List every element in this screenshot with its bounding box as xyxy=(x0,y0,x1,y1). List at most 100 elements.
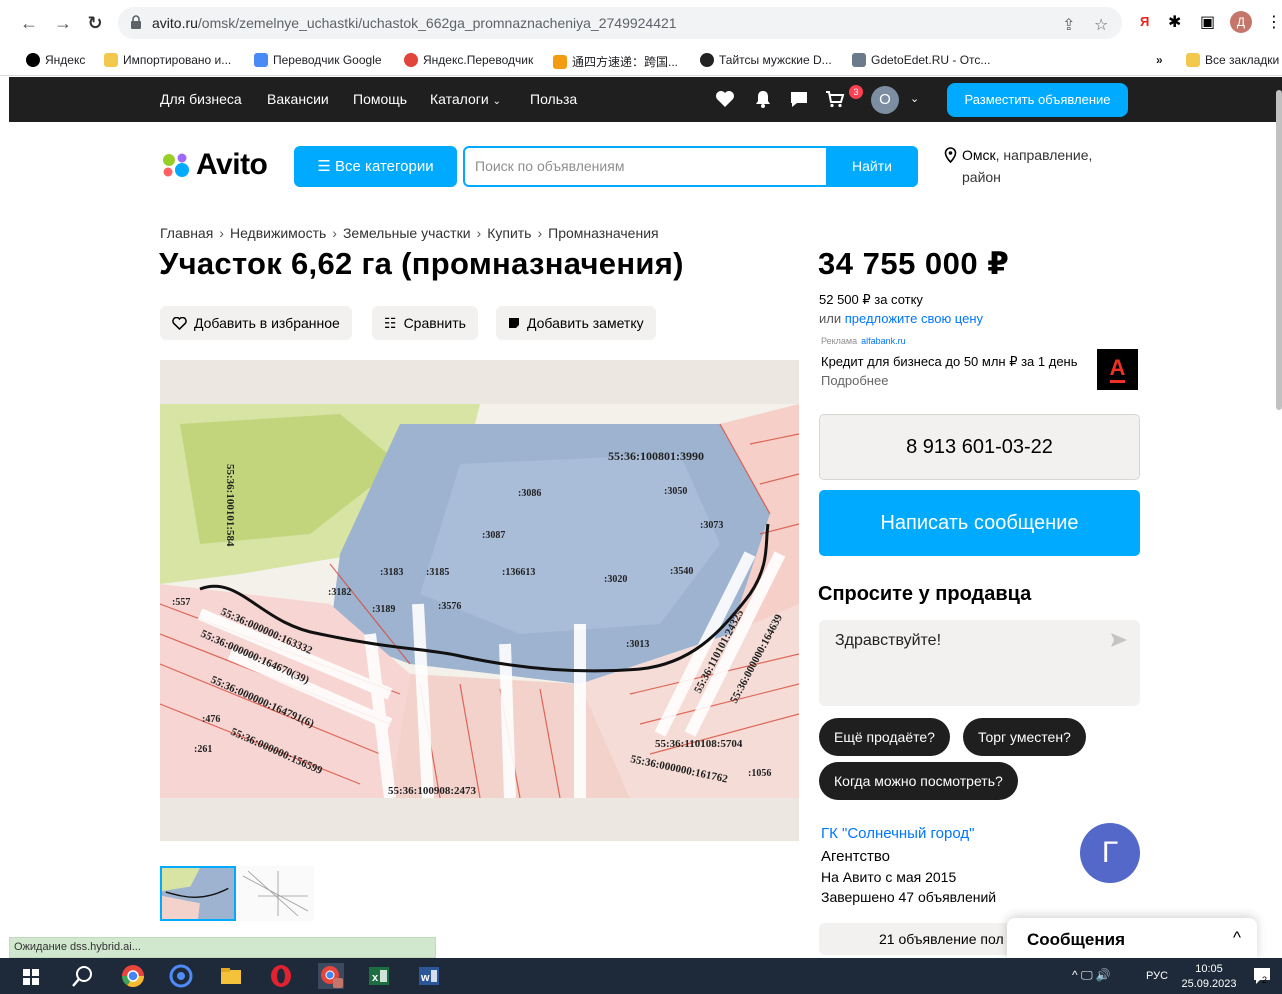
bookmark-google-translate[interactable]: Переводчик Google xyxy=(254,53,382,67)
chat-icon[interactable] xyxy=(789,90,809,108)
location-line2: район xyxy=(962,169,1001,185)
quick-question-viewing[interactable]: Когда можно посмотреть? xyxy=(819,762,1018,800)
back-arrow-icon[interactable]: ← xyxy=(18,12,40,34)
ask-seller-input[interactable]: Здравствуйте! xyxy=(835,632,941,650)
bookmarks-more-chevron[interactable]: » xyxy=(1156,53,1163,67)
ad-more-link[interactable]: Подробнее xyxy=(821,373,888,388)
language-indicator[interactable]: РУС xyxy=(1146,970,1168,982)
map-label-2473: 55:36:100908:2473 xyxy=(388,785,476,797)
star-icon[interactable]: ☆ xyxy=(1094,15,1108,35)
chrome-icon[interactable] xyxy=(120,963,146,989)
bookmark-gdetoedet[interactable]: GdetoEdet.RU - Отс... xyxy=(852,53,990,67)
breadcrumb-buy[interactable]: Купить xyxy=(487,225,531,241)
filter-icon: ☰ xyxy=(317,158,331,175)
breadcrumb-land[interactable]: Земельные участки xyxy=(343,225,471,241)
thumbnail-1[interactable] xyxy=(160,866,236,921)
compare-button[interactable]: ☷ Сравнить xyxy=(372,306,478,340)
search-button[interactable]: Найти xyxy=(826,146,918,187)
price: 34 755 000 ₽ xyxy=(818,246,1010,281)
map-label-476: :476 xyxy=(202,714,220,725)
bookmark-imported[interactable]: Импортировано и... xyxy=(104,53,231,67)
offer-price-link[interactable]: предложите свою цену xyxy=(845,311,983,326)
avito-logo[interactable]: Avito xyxy=(160,148,268,182)
seller-ads-count-button[interactable]: 21 объявление пол xyxy=(819,923,1019,955)
seller-completed: Завершено 47 объявлений xyxy=(821,889,997,905)
breadcrumb-home[interactable]: Главная xyxy=(160,225,213,241)
seller-avatar[interactable]: Г xyxy=(1080,823,1140,883)
reload-icon[interactable]: ↻ xyxy=(84,12,106,34)
windows-start-icon[interactable] xyxy=(18,963,44,989)
nav-catalogs[interactable]: Каталоги ⌄ xyxy=(430,91,501,107)
kebab-menu-icon[interactable]: ⋮ xyxy=(1266,12,1282,32)
add-favorite-button[interactable]: Добавить в избранное xyxy=(160,306,352,340)
thumbnail-2[interactable] xyxy=(238,866,314,921)
bookmark-tights[interactable]: Тайтсы мужские D... xyxy=(700,53,832,67)
notification-icon[interactable]: 2 xyxy=(1252,966,1274,986)
seller-name-link[interactable]: ГК "Солнечный город" xyxy=(821,825,974,842)
ask-seller-box[interactable]: Здравствуйте! xyxy=(819,620,1140,706)
yandex-extension-icon[interactable]: Я xyxy=(1140,14,1149,29)
cart-icon[interactable] xyxy=(825,90,845,108)
map-label-557: :557 xyxy=(172,597,190,608)
nav-business[interactable]: Для бизнеса xyxy=(160,91,242,107)
address-bar[interactable]: avito.ru/omsk/zemelnye_uchastki/uchastok… xyxy=(118,7,1122,39)
word-icon[interactable]: w xyxy=(416,963,442,989)
seller-since: На Авито с мая 2015 xyxy=(821,869,957,885)
breadcrumb-realty[interactable]: Недвижимость xyxy=(230,225,326,241)
chevron-down-icon: ⌄ xyxy=(492,96,501,107)
chrome-profile-icon[interactable] xyxy=(318,963,344,989)
side-panel-icon[interactable]: ▣ xyxy=(1200,12,1215,32)
extensions-puzzle-icon[interactable]: ✱ xyxy=(1168,12,1181,32)
listing-photo[interactable]: 55:36:100801:3990 55:36:100101:584 :3086… xyxy=(160,360,799,841)
page-scrollbar[interactable] xyxy=(1276,90,1282,410)
compare-icon: ☷ xyxy=(384,314,397,331)
file-explorer-icon[interactable] xyxy=(218,963,244,989)
excel-icon[interactable]: x xyxy=(366,963,392,989)
all-categories-button[interactable]: ☰ Все категории xyxy=(294,146,457,187)
bookmark-shipping[interactable]: 通四方速递：跨国... xyxy=(553,53,678,70)
post-ad-button[interactable]: Разместить объявление xyxy=(947,83,1128,117)
map-label-584: 55:36:100101:584 xyxy=(224,464,236,547)
cart-badge: 3 xyxy=(849,85,863,99)
search-icon[interactable] xyxy=(70,963,96,989)
breadcrumb-separator: › xyxy=(332,225,337,241)
chevron-up-icon[interactable]: ^ xyxy=(1233,928,1241,948)
opera-icon[interactable] xyxy=(268,963,294,989)
google-translate-icon xyxy=(254,53,268,67)
quick-question-still-selling[interactable]: Ещё продаёте? xyxy=(819,718,950,756)
browser-app-icon[interactable] xyxy=(168,963,194,989)
breadcrumb: Главная › Недвижимость › Земельные участки… xyxy=(160,225,659,241)
bookmark-yandex[interactable]: Яндекс xyxy=(26,53,85,67)
nav-benefit[interactable]: Польза xyxy=(530,91,577,107)
breadcrumb-industrial[interactable]: Промназначения xyxy=(548,225,658,241)
clock[interactable]: 10:05 25.09.2023 xyxy=(1180,962,1238,992)
bookmark-yandex-translate[interactable]: Яндекс.Переводчик xyxy=(404,53,533,67)
forward-arrow-icon[interactable]: → xyxy=(52,12,74,34)
nav-vacancies[interactable]: Вакансии xyxy=(267,91,329,107)
map-label-3050: :3050 xyxy=(664,486,687,497)
nav-help[interactable]: Помощь xyxy=(353,91,407,107)
map-label-3087: :3087 xyxy=(482,530,505,541)
show-phone-button[interactable]: 8 913 601-03-22 xyxy=(819,414,1140,480)
send-icon[interactable] xyxy=(1110,632,1128,648)
svg-text:w: w xyxy=(420,972,430,984)
bell-icon[interactable] xyxy=(753,90,773,108)
chevron-down-icon[interactable]: ⌄ xyxy=(910,92,919,105)
note-icon xyxy=(509,318,519,328)
system-tray-icons[interactable]: ^ 🖵 🔊 xyxy=(1072,968,1111,983)
location-rest: , направление, xyxy=(995,147,1093,163)
bookmark-all[interactable]: Все закладки xyxy=(1186,53,1279,67)
messages-panel[interactable]: Сообщения ^ xyxy=(1007,918,1257,960)
share-icon[interactable]: ⇪ xyxy=(1062,15,1075,35)
add-note-button[interactable]: Добавить заметку xyxy=(496,306,656,340)
map-label-3073: :3073 xyxy=(700,520,723,531)
ad-block[interactable]: Реклама alfabank.ru Кредит для бизнеса до… xyxy=(819,336,1139,394)
profile-avatar[interactable]: Д xyxy=(1230,11,1252,33)
quick-question-bargain[interactable]: Торг уместен? xyxy=(963,718,1086,756)
write-message-button[interactable]: Написать сообщение xyxy=(819,490,1140,556)
heart-outline-icon xyxy=(172,316,187,330)
heart-icon[interactable] xyxy=(715,90,735,108)
search-input[interactable] xyxy=(475,158,825,174)
page-title: Участок 6,62 га (промназначения) xyxy=(159,246,684,281)
user-avatar[interactable]: O xyxy=(871,86,899,114)
